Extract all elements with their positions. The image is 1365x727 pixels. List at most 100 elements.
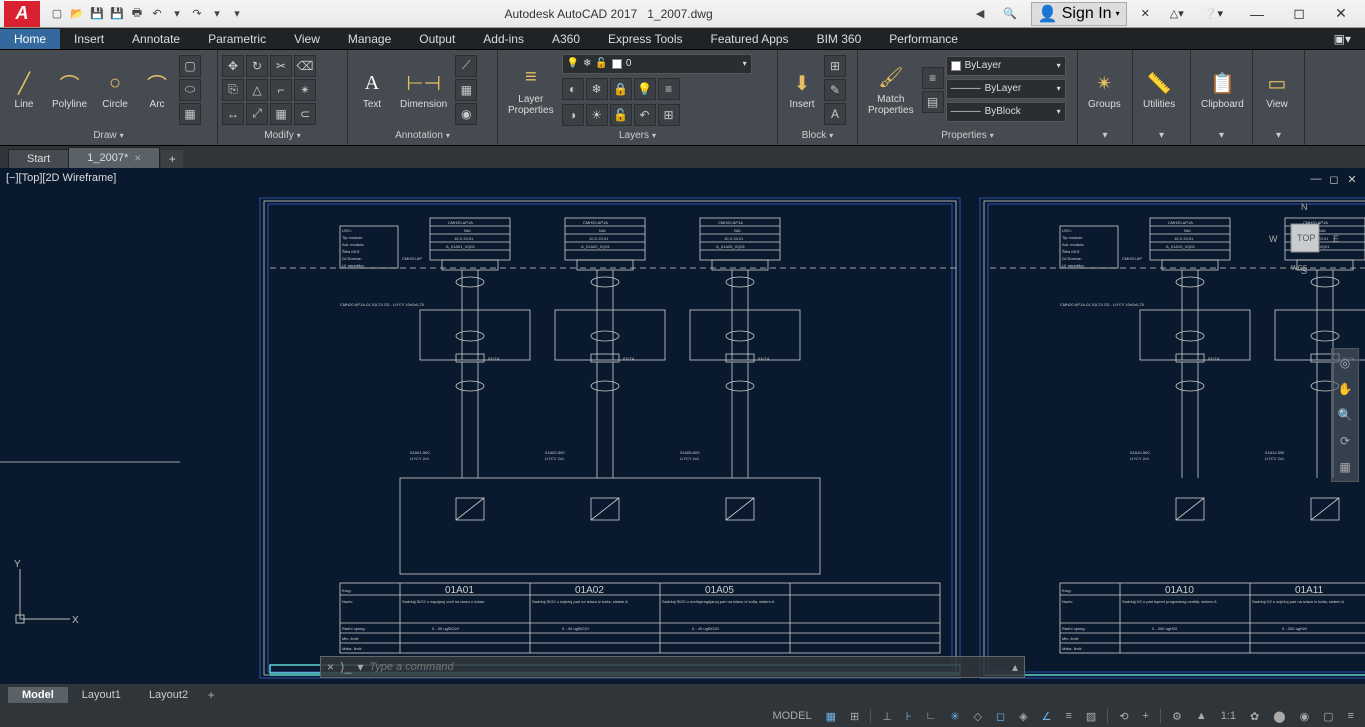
lineweight-icon[interactable]: ≡	[1062, 710, 1074, 722]
tab-home[interactable]: Home	[0, 29, 60, 49]
drawing-canvas[interactable]: [−][Top][2D Wireframe] — ◻ ✕ USO: Tip mo…	[0, 168, 1365, 684]
explode-icon[interactable]: ✴	[294, 79, 316, 101]
saveas-icon[interactable]: 💾	[108, 5, 126, 23]
tab-annotate[interactable]: Annotate	[118, 29, 194, 49]
pan-icon[interactable]: ✋	[1335, 379, 1355, 399]
cycling-icon[interactable]: ⟲	[1116, 710, 1131, 723]
minimize-button[interactable]: —	[1237, 1, 1277, 27]
tab-layout1[interactable]: Layout1	[68, 687, 135, 703]
attr-icon[interactable]: A	[824, 103, 846, 125]
panel-label[interactable]: Block ▾	[782, 127, 853, 143]
filetab-current[interactable]: 1_2007*×	[68, 147, 160, 168]
text-button[interactable]: AText	[352, 67, 392, 112]
layerprev-icon[interactable]: ↶	[634, 104, 656, 126]
annoscale-icon[interactable]: ▲	[1193, 710, 1210, 722]
tab-performance[interactable]: Performance	[875, 29, 972, 49]
close-icon[interactable]: ×	[327, 660, 334, 674]
workspace-icon[interactable]: ⚙	[1169, 710, 1185, 723]
close-button[interactable]: ✕	[1321, 1, 1361, 27]
rotate-icon[interactable]: ↻	[246, 55, 268, 77]
layer-properties-button[interactable]: ≡Layer Properties	[502, 62, 560, 118]
lineweight-selector[interactable]: ———ByLayer▾	[946, 79, 1066, 99]
plot-icon[interactable]: 🖶	[128, 5, 146, 23]
save-icon[interactable]: 💾	[88, 5, 106, 23]
ellipse-icon[interactable]: ⬭	[179, 79, 201, 101]
list-icon[interactable]: ≡	[922, 67, 944, 89]
viewcube[interactable]: TOP N S W E WCS	[1265, 198, 1345, 278]
quick-icon[interactable]: ▤	[922, 91, 944, 113]
panel-label[interactable]: ▾	[1082, 127, 1128, 143]
qat-menu-icon[interactable]: ▾	[228, 5, 246, 23]
insert-button[interactable]: ⬇Insert	[782, 67, 822, 112]
tab-insert[interactable]: Insert	[60, 29, 118, 49]
transparency-icon[interactable]: ▨	[1083, 710, 1099, 723]
cleanscreen-icon[interactable]: ▢	[1320, 710, 1336, 723]
tab-view[interactable]: View	[280, 29, 334, 49]
tab-featuredapps[interactable]: Featured Apps	[697, 29, 803, 49]
open-icon[interactable]: 📂	[68, 5, 86, 23]
polar-icon[interactable]: ✳	[947, 710, 962, 723]
layeron-icon[interactable]: 💡	[634, 78, 656, 100]
trim-icon[interactable]: ✂	[270, 55, 292, 77]
workspace-switch-icon[interactable]: ✿	[1247, 710, 1262, 723]
command-line[interactable]: × ⟩_ ▾ ▴	[320, 656, 1025, 678]
panel-label[interactable]: ▾	[1195, 127, 1248, 143]
filetab-start[interactable]: Start	[8, 149, 69, 168]
panel-label[interactable]: Modify ▾	[222, 127, 343, 143]
copy-icon[interactable]: ⎘	[222, 79, 244, 101]
layerstate-icon[interactable]: ⊞	[658, 104, 680, 126]
layermatch-icon[interactable]: ≡	[658, 78, 680, 100]
redo-menu-icon[interactable]: ▾	[208, 5, 226, 23]
table-icon[interactable]: ▦	[455, 79, 477, 101]
nav-left-icon[interactable]: ◀	[971, 5, 989, 23]
clipboard-button[interactable]: 📋Clipboard	[1195, 67, 1250, 112]
create-icon[interactable]: ⊞	[824, 55, 846, 77]
circle-button[interactable]: ○Circle	[95, 67, 135, 112]
panel-label[interactable]: ▾	[1137, 127, 1186, 143]
offset-icon[interactable]: ⊂	[294, 103, 316, 125]
otrack-icon[interactable]: ∠	[1039, 710, 1055, 723]
help-icon[interactable]: ❔▾	[1198, 5, 1229, 22]
panel-label[interactable]: Annotation ▾	[352, 127, 493, 143]
stretch-icon[interactable]: ↔	[222, 103, 244, 125]
exchange-icon[interactable]: ✕	[1135, 5, 1156, 22]
panel-label[interactable]: Properties ▾	[862, 127, 1073, 143]
hatch-icon[interactable]: ▦	[179, 103, 201, 125]
iso-icon[interactable]: ◇	[971, 710, 985, 723]
undo-menu-icon[interactable]: ▾	[168, 5, 186, 23]
signin-button[interactable]: 👤 Sign In ▾	[1031, 2, 1127, 26]
tab-parametric[interactable]: Parametric	[194, 29, 280, 49]
a360-icon[interactable]: △▾	[1164, 5, 1190, 22]
edit-icon[interactable]: ✎	[824, 79, 846, 101]
panel-label[interactable]: ▾	[1257, 127, 1300, 143]
search-icon[interactable]: 🔍	[997, 5, 1023, 22]
panel-label[interactable]: Layers ▾	[502, 127, 773, 143]
tab-output[interactable]: Output	[405, 29, 469, 49]
redo-icon[interactable]: ↷	[188, 5, 206, 23]
arc-button[interactable]: ⌒Arc	[137, 67, 177, 112]
undo-icon[interactable]: ↶	[148, 5, 166, 23]
leader-icon[interactable]: ⟋	[455, 55, 477, 77]
polyline-button[interactable]: ⌒Polyline	[46, 67, 93, 112]
tab-a360[interactable]: A360	[538, 29, 594, 49]
filetab-add-button[interactable]: +	[161, 150, 183, 168]
zoom-icon[interactable]: 🔍	[1335, 405, 1355, 425]
line-button[interactable]: ╱Line	[4, 67, 44, 112]
fillet-icon[interactable]: ⌐	[270, 79, 292, 101]
layout-add-button[interactable]: +	[202, 687, 220, 703]
layer-selector[interactable]: 💡❄🔓 0 ▾	[562, 54, 752, 74]
panel-label[interactable]: Draw ▾	[4, 127, 213, 143]
command-input[interactable]	[369, 661, 1006, 673]
layerunlock-icon[interactable]: 🔓	[610, 104, 632, 126]
model-space-button[interactable]: MODEL	[769, 710, 814, 722]
hwaccel-icon[interactable]: ⬤	[1270, 710, 1288, 723]
matchprop-button[interactable]: 🖌Match Properties	[862, 62, 920, 118]
customize-icon[interactable]: ≡	[1345, 710, 1357, 722]
tab-expresstools[interactable]: Express Tools	[594, 29, 696, 49]
rectangle-icon[interactable]: ▢	[179, 55, 201, 77]
osnap-icon[interactable]: ◻	[993, 710, 1008, 723]
tab-manage[interactable]: Manage	[334, 29, 405, 49]
move-icon[interactable]: ✥	[222, 55, 244, 77]
tab-addins[interactable]: Add-ins	[469, 29, 538, 49]
linetype-selector[interactable]: ———ByBlock▾	[946, 102, 1066, 122]
